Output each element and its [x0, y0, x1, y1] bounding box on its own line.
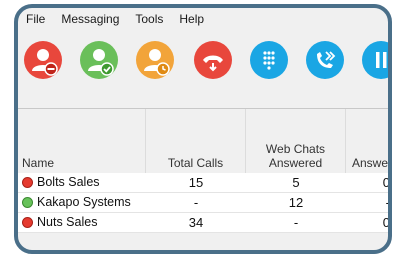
web-chats-cell: 5 — [292, 175, 300, 190]
total-calls-cell: 34 — [188, 215, 204, 230]
menu-messaging[interactable]: Messaging — [61, 12, 119, 26]
answered-cell: 0 — [382, 175, 390, 190]
status-busy-icon — [22, 177, 33, 188]
transfer-call-icon[interactable] — [306, 41, 344, 79]
menu-help[interactable]: Help — [179, 12, 204, 26]
stats-grid: Name Total Calls Web Chats Answered Answ… — [18, 109, 388, 234]
hold-icon[interactable] — [362, 41, 388, 79]
user-busy-icon[interactable] — [24, 41, 62, 79]
row-name: Bolts Sales — [37, 175, 100, 189]
answered-cell: 0 — [382, 215, 390, 230]
column-header-total-calls[interactable]: Total Calls — [146, 109, 246, 173]
table-row[interactable]: Bolts Sales 15 5 0 — [18, 173, 388, 193]
name-cell: Kakapo Systems — [22, 193, 146, 212]
name-cell: Nuts Sales — [22, 213, 146, 232]
status-available-icon — [22, 197, 33, 208]
status-busy-icon — [22, 217, 33, 228]
name-cell: Bolts Sales — [22, 173, 146, 192]
app-window: File Messaging Tools Help Name Total Cal… — [14, 4, 392, 254]
column-header-name[interactable]: Name — [18, 109, 146, 173]
hangup-icon[interactable] — [194, 41, 232, 79]
column-header-web-chats-answered[interactable]: Web Chats Answered — [246, 109, 346, 173]
row-name: Kakapo Systems — [37, 195, 131, 209]
user-available-icon[interactable] — [80, 41, 118, 79]
menu-tools[interactable]: Tools — [135, 12, 163, 26]
answered-cell: - — [385, 195, 390, 210]
total-calls-cell: 15 — [188, 175, 204, 190]
total-calls-cell: - — [193, 195, 199, 210]
toolbar — [18, 30, 388, 109]
menu-file[interactable]: File — [26, 12, 45, 26]
menu-bar: File Messaging Tools Help — [18, 8, 388, 30]
web-chats-cell: 12 — [288, 195, 304, 210]
keypad-icon[interactable] — [250, 41, 288, 79]
row-name: Nuts Sales — [37, 215, 98, 229]
column-header-answered[interactable]: Answere — [346, 109, 388, 173]
table-row[interactable]: Nuts Sales 34 - 0 — [18, 213, 388, 233]
user-away-icon[interactable] — [136, 41, 174, 79]
web-chats-cell: - — [293, 215, 299, 230]
table-row[interactable]: Kakapo Systems - 12 - — [18, 193, 388, 213]
